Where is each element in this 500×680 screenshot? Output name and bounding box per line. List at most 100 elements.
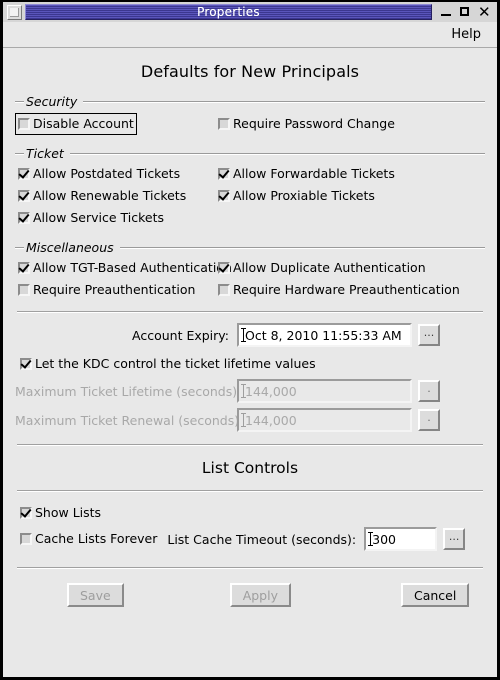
max-ticket-renewal-input[interactable]: 144,000 xyxy=(237,408,412,432)
max-ticket-renewal-value: 144,000 xyxy=(245,412,297,428)
checkbox-box-checked-icon xyxy=(20,358,32,370)
text-caret xyxy=(368,532,374,546)
checkbox-show-lists[interactable]: Show Lists xyxy=(17,502,104,524)
checkbox-require-password-change[interactable]: Require Password Change xyxy=(215,113,398,135)
checkbox-allow-forwardable-tickets[interactable]: Allow Forwardable Tickets xyxy=(215,163,398,185)
checkbox-label: Allow Service Tickets xyxy=(33,210,165,225)
max-ticket-renewal-row: Maximum Ticket Renewal (seconds) 144,000… xyxy=(15,408,485,432)
close-icon[interactable]: ✕ xyxy=(478,5,491,20)
save-button[interactable]: Save xyxy=(67,583,124,607)
checkbox-label: Allow Duplicate Authentication xyxy=(233,260,426,275)
window-controls: ✕ xyxy=(432,5,495,20)
cancel-button[interactable]: Cancel xyxy=(400,583,470,607)
checkbox-label: Let the KDC control the ticket lifetime … xyxy=(35,356,316,371)
group-rule xyxy=(69,152,485,155)
checkbox-box-checked-icon xyxy=(218,190,230,202)
checkbox-label: Allow Renewable Tickets xyxy=(33,188,187,203)
group-security-header: Security xyxy=(15,93,485,109)
separator-after-miscellaneous xyxy=(17,311,483,313)
group-rule xyxy=(83,100,485,103)
checkbox-label: Require Password Change xyxy=(233,116,395,131)
system-menu-icon[interactable] xyxy=(7,4,22,20)
minimize-icon[interactable] xyxy=(440,5,452,19)
account-expiry-browse-button[interactable]: ... xyxy=(418,324,440,346)
checkbox-label: Allow TGT-Based Authentication xyxy=(33,260,232,275)
account-expiry-label: Account Expiry: xyxy=(132,327,229,343)
menu-bar: Help xyxy=(3,22,497,48)
max-ticket-lifetime-label: Maximum Ticket Lifetime (seconds) xyxy=(15,383,238,399)
account-expiry-value: Oct 8, 2010 11:55:33 AM xyxy=(245,327,402,343)
checkbox-box-checked-icon xyxy=(18,212,30,224)
checkbox-label: Cache Lists Forever xyxy=(35,531,158,546)
text-caret xyxy=(241,384,246,398)
list-cache-timeout-browse-button[interactable]: ... xyxy=(443,528,466,550)
checkbox-box-icon xyxy=(218,118,230,130)
checkbox-label: Disable Account xyxy=(33,116,134,131)
checkbox-require-preauthentication[interactable]: Require Preauthentication xyxy=(15,279,198,301)
checkbox-box-checked-icon xyxy=(18,190,30,202)
apply-button[interactable]: Apply xyxy=(229,583,291,607)
window-title: Properties xyxy=(197,5,260,19)
checkbox-allow-service-tickets[interactable]: Allow Service Tickets xyxy=(15,207,167,229)
list-cache-timeout-label: List Cache Timeout (seconds): xyxy=(167,531,357,547)
group-ticket: Ticket Allow Postdated Tickets Allow Ren… xyxy=(15,146,485,229)
checkbox-allow-renewable-tickets[interactable]: Allow Renewable Tickets xyxy=(15,185,189,207)
checkbox-allow-proxiable-tickets[interactable]: Allow Proxiable Tickets xyxy=(215,185,378,207)
group-ticket-label: Ticket xyxy=(26,145,64,161)
checkbox-allow-duplicate-authentication[interactable]: Allow Duplicate Authentication xyxy=(215,257,429,279)
ticket-col-right: Allow Forwardable Tickets Allow Proxiabl… xyxy=(215,163,485,207)
checkbox-box-icon xyxy=(20,533,32,545)
dialog-content: Defaults for New Principals Security Dis… xyxy=(3,48,497,679)
checkbox-box-checked-icon xyxy=(18,168,30,180)
checkbox-label: Show Lists xyxy=(35,505,102,520)
checkbox-let-kdc-control-lifetime[interactable]: Let the KDC control the ticket lifetime … xyxy=(17,353,319,375)
menu-item-help[interactable]: Help xyxy=(445,25,487,44)
ticket-col-left: Allow Postdated Tickets Allow Renewable … xyxy=(15,163,215,229)
title-strip: Properties xyxy=(25,4,432,20)
checkbox-cache-lists-forever[interactable]: Cache Lists Forever xyxy=(17,528,160,550)
group-dash-icon xyxy=(15,246,24,249)
checkbox-allow-postdated-tickets[interactable]: Allow Postdated Tickets xyxy=(15,163,183,185)
max-ticket-lifetime-input[interactable]: 144,000 xyxy=(237,379,412,403)
list-cache-timeout-input[interactable]: 300 xyxy=(364,527,438,551)
max-ticket-renewal-browse-button[interactable]: . xyxy=(418,409,440,431)
miscellaneous-checkbox-row: Allow TGT-Based Authentication Require P… xyxy=(15,257,485,301)
ticket-checkbox-row: Allow Postdated Tickets Allow Renewable … xyxy=(15,163,485,229)
misc-col-left: Allow TGT-Based Authentication Require P… xyxy=(15,257,232,301)
group-dash-icon xyxy=(15,100,24,103)
checkbox-box-icon xyxy=(18,284,30,296)
title-bar[interactable]: Properties ✕ xyxy=(3,2,497,22)
max-ticket-lifetime-value: 144,000 xyxy=(245,383,297,399)
list-cache-timeout-value: 300 xyxy=(372,531,396,547)
checkbox-box-checked-icon xyxy=(20,507,32,519)
checkbox-label: Require Preauthentication xyxy=(33,282,196,297)
page-title: Defaults for New Principals xyxy=(140,62,360,81)
separator-after-list-controls-title xyxy=(17,490,483,492)
group-security: Security Disable Account Require Passwor… xyxy=(15,94,485,135)
max-ticket-lifetime-row: Maximum Ticket Lifetime (seconds) 144,00… xyxy=(15,379,485,403)
group-security-label: Security xyxy=(26,93,78,109)
group-miscellaneous-header: Miscellaneous xyxy=(15,239,485,255)
group-ticket-header: Ticket xyxy=(15,145,485,161)
account-expiry-input[interactable]: Oct 8, 2010 11:55:33 AM xyxy=(237,323,412,347)
list-cache-row: Cache Lists Forever List Cache Timeout (… xyxy=(15,527,485,551)
separator-before-buttons xyxy=(17,567,483,569)
group-miscellaneous-label: Miscellaneous xyxy=(26,239,114,255)
security-col-left: Disable Account xyxy=(15,113,215,135)
checkbox-label: Require Hardware Preauthentication xyxy=(233,282,460,297)
security-col-right: Require Password Change xyxy=(215,113,485,135)
checkbox-box-icon xyxy=(218,284,230,296)
maximize-icon[interactable] xyxy=(459,5,471,19)
text-caret xyxy=(241,328,246,342)
checkbox-disable-account[interactable]: Disable Account xyxy=(15,113,137,135)
checkbox-label: Allow Forwardable Tickets xyxy=(233,166,395,181)
group-miscellaneous: Miscellaneous Allow TGT-Based Authentica… xyxy=(15,240,485,301)
button-bar: Save Apply Cancel xyxy=(15,581,485,609)
checkbox-allow-tgt-based-authentication[interactable]: Allow TGT-Based Authentication xyxy=(15,257,235,279)
checkbox-box-checked-icon xyxy=(218,262,230,274)
checkbox-require-hardware-preauthentication[interactable]: Require Hardware Preauthentication xyxy=(215,279,463,301)
checkbox-box-icon xyxy=(18,118,30,130)
account-expiry-row: Account Expiry: Oct 8, 2010 11:55:33 AM … xyxy=(15,323,485,347)
max-ticket-lifetime-browse-button[interactable]: . xyxy=(418,380,440,402)
misc-col-right: Allow Duplicate Authentication Require H… xyxy=(215,257,485,301)
